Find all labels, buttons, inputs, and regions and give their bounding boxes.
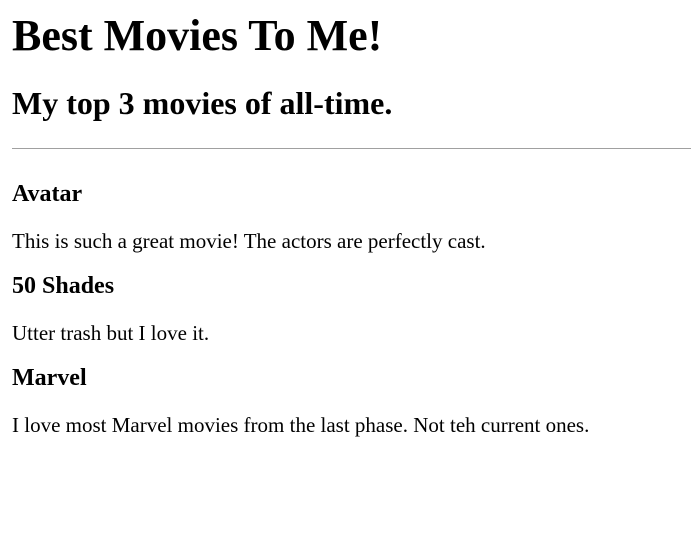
movie-item-avatar: Avatar This is such a great movie! The a…	[12, 149, 691, 254]
page-content: Best Movies To Me! My top 3 movies of al…	[0, 0, 691, 438]
movie-title: Avatar	[12, 181, 83, 207]
movie-title: Marvel	[12, 365, 87, 391]
movie-item-50-shades: 50 Shades Utter trash but I love it.	[12, 254, 691, 346]
movie-item-marvel: Marvel I love most Marvel movies from th…	[12, 346, 691, 438]
page-subtitle: My top 3 movies of all-time.	[12, 85, 393, 121]
movie-description: This is such a great movie! The actors a…	[12, 229, 486, 253]
movie-title: 50 Shades	[12, 273, 115, 299]
movie-description: I love most Marvel movies from the last …	[12, 413, 590, 437]
movie-description: Utter trash but I love it.	[12, 321, 210, 345]
page-title: Best Movies To Me!	[12, 11, 383, 60]
